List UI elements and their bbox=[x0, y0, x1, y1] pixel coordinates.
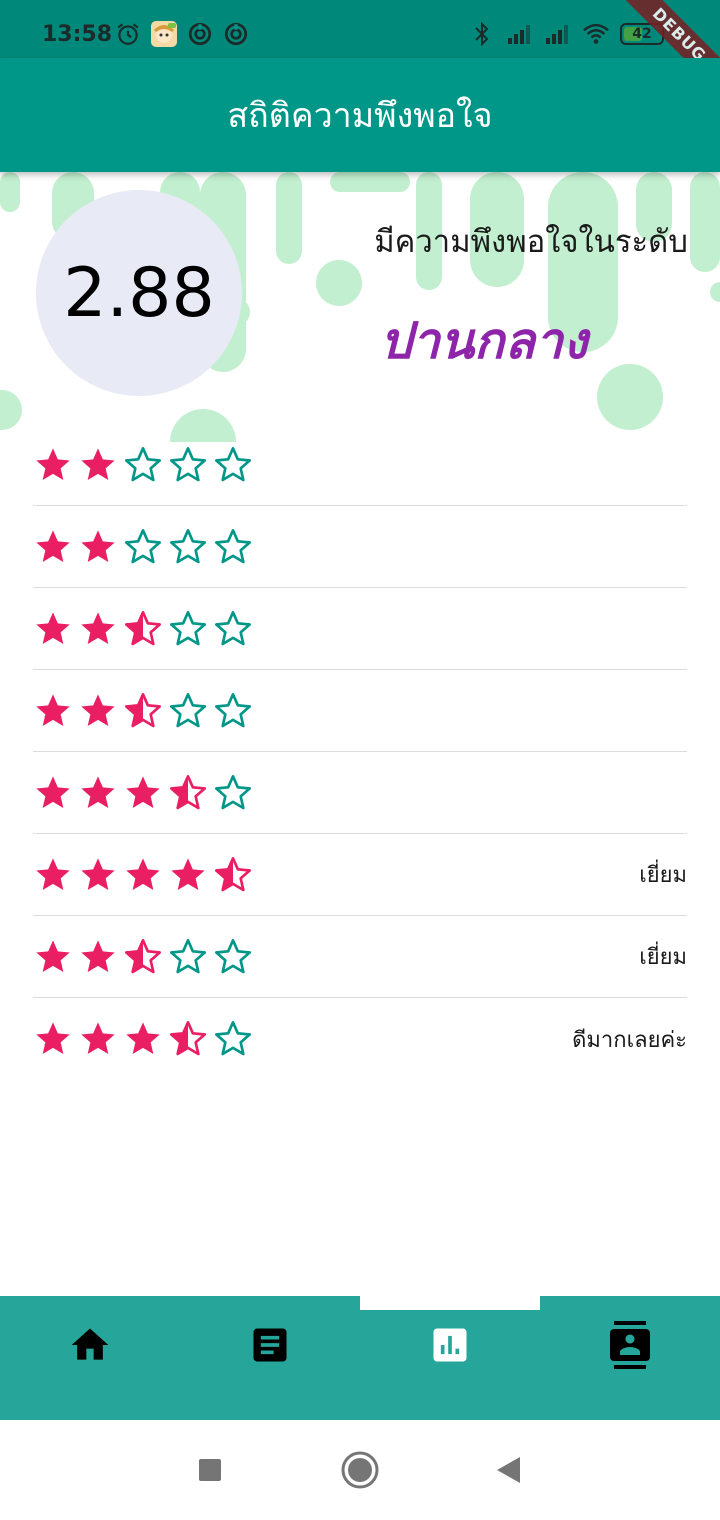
star-rating bbox=[33, 1019, 253, 1059]
star-half-icon bbox=[170, 774, 207, 809]
wifi-icon bbox=[582, 20, 610, 48]
average-score: 2.88 bbox=[63, 253, 215, 333]
star-empty-icon bbox=[215, 446, 252, 481]
nav-selected-indicator bbox=[360, 1296, 540, 1310]
satisfaction-label: มีความพึงพอใจในระดับ bbox=[374, 224, 688, 260]
star-empty-icon bbox=[215, 610, 252, 645]
star-empty-icon bbox=[170, 610, 207, 645]
star-empty-icon bbox=[215, 692, 252, 727]
star-filled-icon bbox=[81, 775, 115, 808]
page-title: สถิติความพึงพอใจ bbox=[227, 96, 493, 136]
star-rating bbox=[33, 445, 253, 485]
star-empty-icon bbox=[170, 528, 207, 563]
rating-row: เยี่ยม bbox=[33, 834, 687, 916]
star-filled-icon bbox=[36, 1022, 70, 1054]
nav-contacts[interactable] bbox=[540, 1320, 720, 1370]
nav-article[interactable] bbox=[180, 1320, 360, 1370]
status-icons-left bbox=[114, 20, 250, 48]
star-filled-icon bbox=[36, 857, 70, 890]
star-half-icon bbox=[125, 610, 162, 645]
star-empty-icon bbox=[170, 446, 207, 481]
star-empty-icon bbox=[170, 692, 207, 727]
star-filled-icon bbox=[81, 693, 115, 726]
star-filled-icon bbox=[126, 1022, 160, 1054]
star-rating bbox=[33, 937, 253, 977]
average-score-circle: 2.88 bbox=[36, 190, 242, 396]
rating-row: ดีมากเลยค่ะ bbox=[33, 998, 687, 1080]
square-icon bbox=[199, 1459, 221, 1481]
signal-icon bbox=[506, 20, 534, 48]
rating-list: เยี่ยม เยี่ยม ดีมากเลยค่ะ bbox=[33, 424, 687, 1080]
star-filled-icon bbox=[36, 611, 70, 644]
star-filled-icon bbox=[81, 529, 115, 562]
star-half-icon bbox=[215, 856, 252, 891]
star-filled-icon bbox=[36, 775, 70, 808]
rating-row bbox=[33, 424, 687, 506]
star-empty-icon bbox=[215, 528, 252, 563]
star-filled-icon bbox=[126, 775, 160, 808]
rating-row bbox=[33, 752, 687, 834]
rating-comment: เยี่ยม bbox=[639, 863, 687, 888]
star-filled-icon bbox=[36, 693, 70, 726]
star-filled-icon bbox=[81, 1022, 115, 1054]
star-half-icon bbox=[170, 1021, 207, 1056]
star-filled-icon bbox=[81, 939, 115, 972]
star-rating bbox=[33, 527, 253, 567]
nav-home[interactable] bbox=[0, 1320, 180, 1370]
home-icon bbox=[71, 1328, 109, 1360]
star-rating bbox=[33, 855, 253, 895]
star-rating bbox=[33, 609, 253, 649]
star-filled-icon bbox=[171, 857, 205, 890]
app-bar: สถิติความพึงพอใจ bbox=[0, 58, 720, 172]
alarm-icon bbox=[114, 20, 142, 48]
star-empty-icon bbox=[125, 528, 162, 563]
sync-icon bbox=[222, 20, 250, 48]
star-filled-icon bbox=[81, 857, 115, 890]
rating-comment: ดีมากเลยค่ะ bbox=[572, 1027, 687, 1053]
rating-row bbox=[33, 506, 687, 588]
star-empty-icon bbox=[215, 938, 252, 973]
star-empty-icon bbox=[215, 774, 252, 809]
recents-button[interactable] bbox=[190, 1450, 230, 1490]
system-navigation-bar bbox=[0, 1420, 720, 1520]
status-time: 13:58 bbox=[42, 22, 113, 47]
star-filled-icon bbox=[36, 529, 70, 562]
star-filled-icon bbox=[81, 611, 115, 644]
nav-statistics[interactable] bbox=[360, 1320, 540, 1370]
star-filled-icon bbox=[36, 447, 70, 480]
star-filled-icon bbox=[36, 939, 70, 972]
star-empty-icon bbox=[125, 446, 162, 481]
rating-comment: เยี่ยม bbox=[639, 945, 687, 970]
rating-row: เยี่ยม bbox=[33, 916, 687, 998]
rating-row bbox=[33, 588, 687, 670]
star-half-icon bbox=[125, 692, 162, 727]
sync-icon bbox=[186, 20, 214, 48]
circle-icon bbox=[341, 1451, 379, 1489]
status-icons-right: 42 bbox=[468, 20, 664, 48]
star-half-icon bbox=[125, 938, 162, 973]
star-empty-icon bbox=[215, 1021, 252, 1056]
signal-icon bbox=[544, 20, 572, 48]
rating-row bbox=[33, 670, 687, 752]
star-rating bbox=[33, 773, 253, 813]
article-icon bbox=[253, 1328, 287, 1362]
chart-icon bbox=[433, 1328, 467, 1362]
battery-level: 42 bbox=[632, 26, 652, 42]
star-rating bbox=[33, 691, 253, 731]
back-button[interactable] bbox=[488, 1450, 528, 1490]
satisfaction-level: ปานกลาง bbox=[380, 312, 588, 370]
bottom-navigation bbox=[0, 1296, 720, 1420]
star-filled-icon bbox=[81, 447, 115, 480]
app-avatar-icon bbox=[150, 20, 178, 48]
summary-header: 2.88 มีความพึงพอใจในระดับ ปานกลาง bbox=[0, 172, 720, 442]
star-empty-icon bbox=[170, 938, 207, 973]
status-bar: 13:58 42 DEBUG bbox=[0, 0, 720, 98]
triangle-back-icon bbox=[497, 1457, 520, 1483]
star-filled-icon bbox=[126, 857, 160, 890]
home-button[interactable] bbox=[340, 1450, 380, 1490]
bluetooth-icon bbox=[468, 20, 496, 48]
contacts-icon bbox=[610, 1321, 650, 1369]
